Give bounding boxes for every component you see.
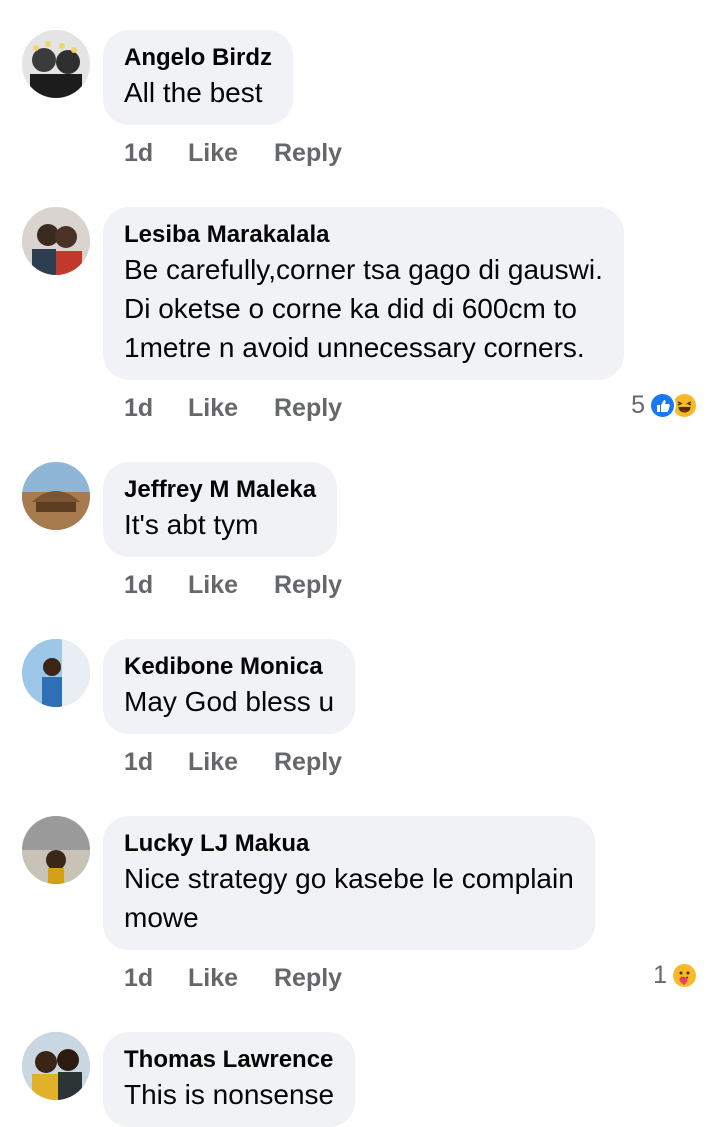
comment-actions: 1d Like Reply	[124, 568, 342, 602]
like-button[interactable]: Like	[188, 394, 274, 423]
reaction-summary[interactable]: 5	[631, 388, 698, 422]
comment-actions: 1d Like Reply	[124, 391, 342, 425]
like-button[interactable]: Like	[188, 139, 274, 168]
reply-button[interactable]: Reply	[274, 394, 342, 423]
avatar[interactable]	[22, 639, 90, 707]
comment-time[interactable]: 1d	[124, 964, 188, 993]
comment-text: This is nonsense	[124, 1079, 335, 1110]
comment-bubble: Angelo Birdz All the best	[103, 30, 293, 125]
like-button[interactable]: Like	[188, 748, 274, 777]
reaction-count: 5	[631, 390, 645, 419]
comment-text: Be carefully,corner tsa gago di gauswi. …	[124, 254, 603, 363]
care-icon	[671, 961, 698, 989]
comment-author[interactable]: Lucky LJ Makua	[124, 828, 574, 859]
comment-text: All the best	[124, 77, 263, 108]
reply-button[interactable]: Reply	[274, 964, 342, 993]
comment-actions: 1d Like Reply	[124, 961, 342, 995]
like-button[interactable]: Like	[188, 571, 274, 600]
reply-button[interactable]: Reply	[274, 139, 342, 168]
comment-bubble: Jeffrey M Maleka It's abt tym	[103, 462, 338, 557]
comment-bubble: Lesiba Marakalala Be carefully,corner ts…	[103, 207, 624, 380]
comment-text: It's abt tym	[124, 509, 259, 540]
reaction-summary[interactable]: 1	[653, 958, 698, 992]
reply-button[interactable]: Reply	[274, 571, 342, 600]
comment-bubble: Kedibone Monica May God bless u	[103, 639, 356, 734]
comment-text: Nice strategy go kasebe le complain mowe	[124, 863, 574, 933]
comment-actions: 1d Like Reply	[124, 136, 342, 170]
like-button[interactable]: Like	[188, 964, 274, 993]
comment-text: May God bless u	[124, 686, 335, 717]
comment-author[interactable]: Thomas Lawrence	[124, 1044, 334, 1075]
comment-time[interactable]: 1d	[124, 571, 188, 600]
comment-author[interactable]: Kedibone Monica	[124, 651, 334, 682]
avatar[interactable]	[22, 462, 90, 530]
comment-bubble: Lucky LJ Makua Nice strategy go kasebe l…	[103, 816, 595, 950]
avatar[interactable]	[22, 1032, 90, 1100]
reaction-count: 1	[653, 960, 667, 989]
comment-author[interactable]: Lesiba Marakalala	[124, 219, 603, 250]
reply-button[interactable]: Reply	[274, 748, 342, 777]
like-icon	[649, 391, 676, 419]
comment-author[interactable]: Angelo Birdz	[124, 42, 272, 73]
comment-time[interactable]: 1d	[124, 139, 188, 168]
comment-time[interactable]: 1d	[124, 394, 188, 423]
comment-actions: 1d Like Reply	[124, 745, 342, 779]
avatar[interactable]	[22, 207, 90, 275]
comment-author[interactable]: Jeffrey M Maleka	[124, 474, 316, 505]
comment-bubble: Thomas Lawrence This is nonsense	[103, 1032, 356, 1127]
comment-time[interactable]: 1d	[124, 748, 188, 777]
avatar[interactable]	[22, 30, 90, 98]
avatar[interactable]	[22, 816, 90, 884]
